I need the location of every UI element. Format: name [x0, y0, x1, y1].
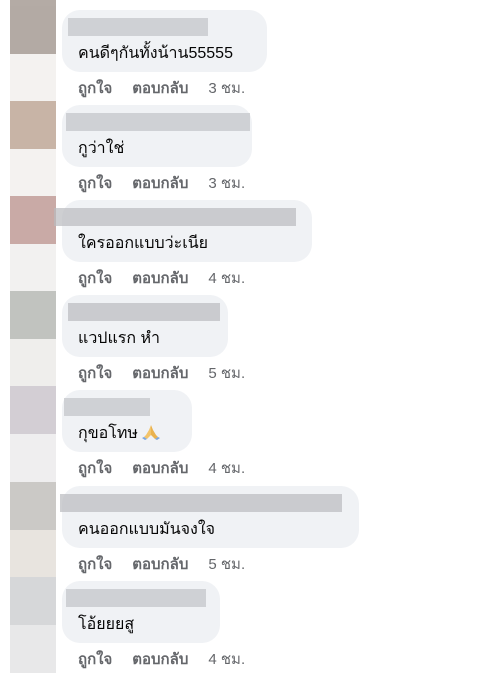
- comment-text-label: กุขอโทษ: [78, 425, 138, 442]
- commenter-name-blurred[interactable]: [68, 303, 220, 321]
- avatar[interactable]: [10, 577, 56, 673]
- comment-timestamp[interactable]: 3 ชม.: [208, 80, 245, 97]
- comment-bubble: กุขอโทษ: [62, 390, 192, 452]
- avatar-segment: [10, 625, 56, 673]
- comment-bubble: โอ้ยยยสู: [62, 581, 220, 643]
- comment-item: กูว่าใช่ ถูกใจ ตอบกลับ 3 ชม.: [0, 101, 500, 197]
- comment-timestamp[interactable]: 5 ชม.: [208, 556, 245, 573]
- reply-button[interactable]: ตอบกลับ: [132, 175, 188, 192]
- avatar[interactable]: [10, 101, 56, 197]
- comment-timestamp[interactable]: 4 ชม.: [208, 270, 245, 287]
- comment-actions: ถูกใจ ตอบกลับ 4 ชม.: [78, 460, 245, 478]
- comment-actions: ถูกใจ ตอบกลับ 4 ชม.: [78, 270, 245, 288]
- commenter-name-blurred[interactable]: [54, 208, 296, 226]
- reply-button[interactable]: ตอบกลับ: [132, 651, 188, 668]
- avatar-segment: [10, 6, 56, 54]
- comment-item: ใครออกแบบว่ะเนีย ถูกใจ ตอบกลับ 4 ชม.: [0, 196, 500, 292]
- like-button[interactable]: ถูกใจ: [78, 556, 112, 573]
- commenter-name-blurred[interactable]: [68, 18, 208, 36]
- comment-actions: ถูกใจ ตอบกลับ 3 ชม.: [78, 175, 245, 193]
- like-button[interactable]: ถูกใจ: [78, 270, 112, 287]
- avatar[interactable]: [10, 386, 56, 482]
- comment-item: โอ้ยยยสู ถูกใจ ตอบกลับ 4 ชม.: [0, 577, 500, 673]
- comment-text: โอ้ยยยสู: [78, 616, 135, 633]
- avatar-segment: [10, 101, 56, 149]
- avatar-segment: [10, 149, 56, 197]
- reply-button[interactable]: ตอบกลับ: [132, 460, 188, 477]
- comment-bubble: คนดีๆกันทั้งน้าน55555: [62, 10, 267, 72]
- comment-bubble: ใครออกแบบว่ะเนีย: [54, 200, 312, 262]
- like-button[interactable]: ถูกใจ: [78, 365, 112, 382]
- comment-item: คนออกแบบมันจงใจ ถูกใจ ตอบกลับ 5 ชม.: [0, 482, 500, 578]
- comment-timestamp[interactable]: 5 ชม.: [208, 365, 245, 382]
- comment-actions: ถูกใจ ตอบกลับ 5 ชม.: [78, 365, 245, 383]
- avatar-segment: [10, 54, 56, 102]
- comment-item: กุขอโทษ ถูกใจ ตอบกลับ 4 ชม.: [0, 386, 500, 482]
- comment-timestamp[interactable]: 4 ชม.: [208, 651, 245, 668]
- reply-button[interactable]: ตอบกลับ: [132, 80, 188, 97]
- like-button[interactable]: ถูกใจ: [78, 460, 112, 477]
- comment-text: ใครออกแบบว่ะเนีย: [78, 235, 208, 252]
- avatar[interactable]: [10, 6, 56, 102]
- comment-text: คนออกแบบมันจงใจ: [78, 521, 216, 538]
- comment-text: กูว่าใช่: [78, 140, 125, 157]
- folded-hands-icon: [141, 425, 160, 440]
- avatar-segment: [10, 386, 56, 434]
- commenter-name-blurred[interactable]: [66, 113, 250, 131]
- avatar-segment: [10, 244, 56, 292]
- avatar[interactable]: [10, 482, 56, 578]
- comment-text: แวปแรก หำ: [78, 330, 161, 347]
- avatar-segment: [10, 482, 56, 530]
- reply-button[interactable]: ตอบกลับ: [132, 556, 188, 573]
- comment-item: คนดีๆกันทั้งน้าน55555 ถูกใจ ตอบกลับ 3 ชม.: [0, 6, 500, 102]
- comment-actions: ถูกใจ ตอบกลับ 5 ชม.: [78, 556, 245, 574]
- avatar-segment: [10, 291, 56, 339]
- avatar-segment: [10, 434, 56, 482]
- comment-text: คนดีๆกันทั้งน้าน55555: [78, 45, 233, 62]
- like-button[interactable]: ถูกใจ: [78, 80, 112, 97]
- reply-button[interactable]: ตอบกลับ: [132, 365, 188, 382]
- comment-actions: ถูกใจ ตอบกลับ 3 ชม.: [78, 80, 245, 98]
- avatar-segment: [10, 196, 56, 244]
- like-button[interactable]: ถูกใจ: [78, 651, 112, 668]
- commenter-name-blurred[interactable]: [64, 398, 150, 416]
- comment-bubble: กูว่าใช่: [62, 105, 252, 167]
- commenter-name-blurred[interactable]: [60, 494, 342, 512]
- commenter-name-blurred[interactable]: [66, 589, 206, 607]
- avatar[interactable]: [10, 291, 56, 387]
- avatar-segment: [10, 530, 56, 578]
- avatar-segment: [10, 339, 56, 387]
- comment-actions: ถูกใจ ตอบกลับ 4 ชม.: [78, 651, 245, 669]
- like-button[interactable]: ถูกใจ: [78, 175, 112, 192]
- comment-timestamp[interactable]: 4 ชม.: [208, 460, 245, 477]
- comment-bubble: แวปแรก หำ: [62, 295, 228, 357]
- avatar[interactable]: [10, 196, 56, 292]
- comment-bubble: คนออกแบบมันจงใจ: [60, 486, 359, 548]
- comment-timestamp[interactable]: 3 ชม.: [208, 175, 245, 192]
- avatar-segment: [10, 577, 56, 625]
- comment-text: กุขอโทษ: [78, 424, 160, 444]
- reply-button[interactable]: ตอบกลับ: [132, 270, 188, 287]
- comment-item: แวปแรก หำ ถูกใจ ตอบกลับ 5 ชม.: [0, 291, 500, 387]
